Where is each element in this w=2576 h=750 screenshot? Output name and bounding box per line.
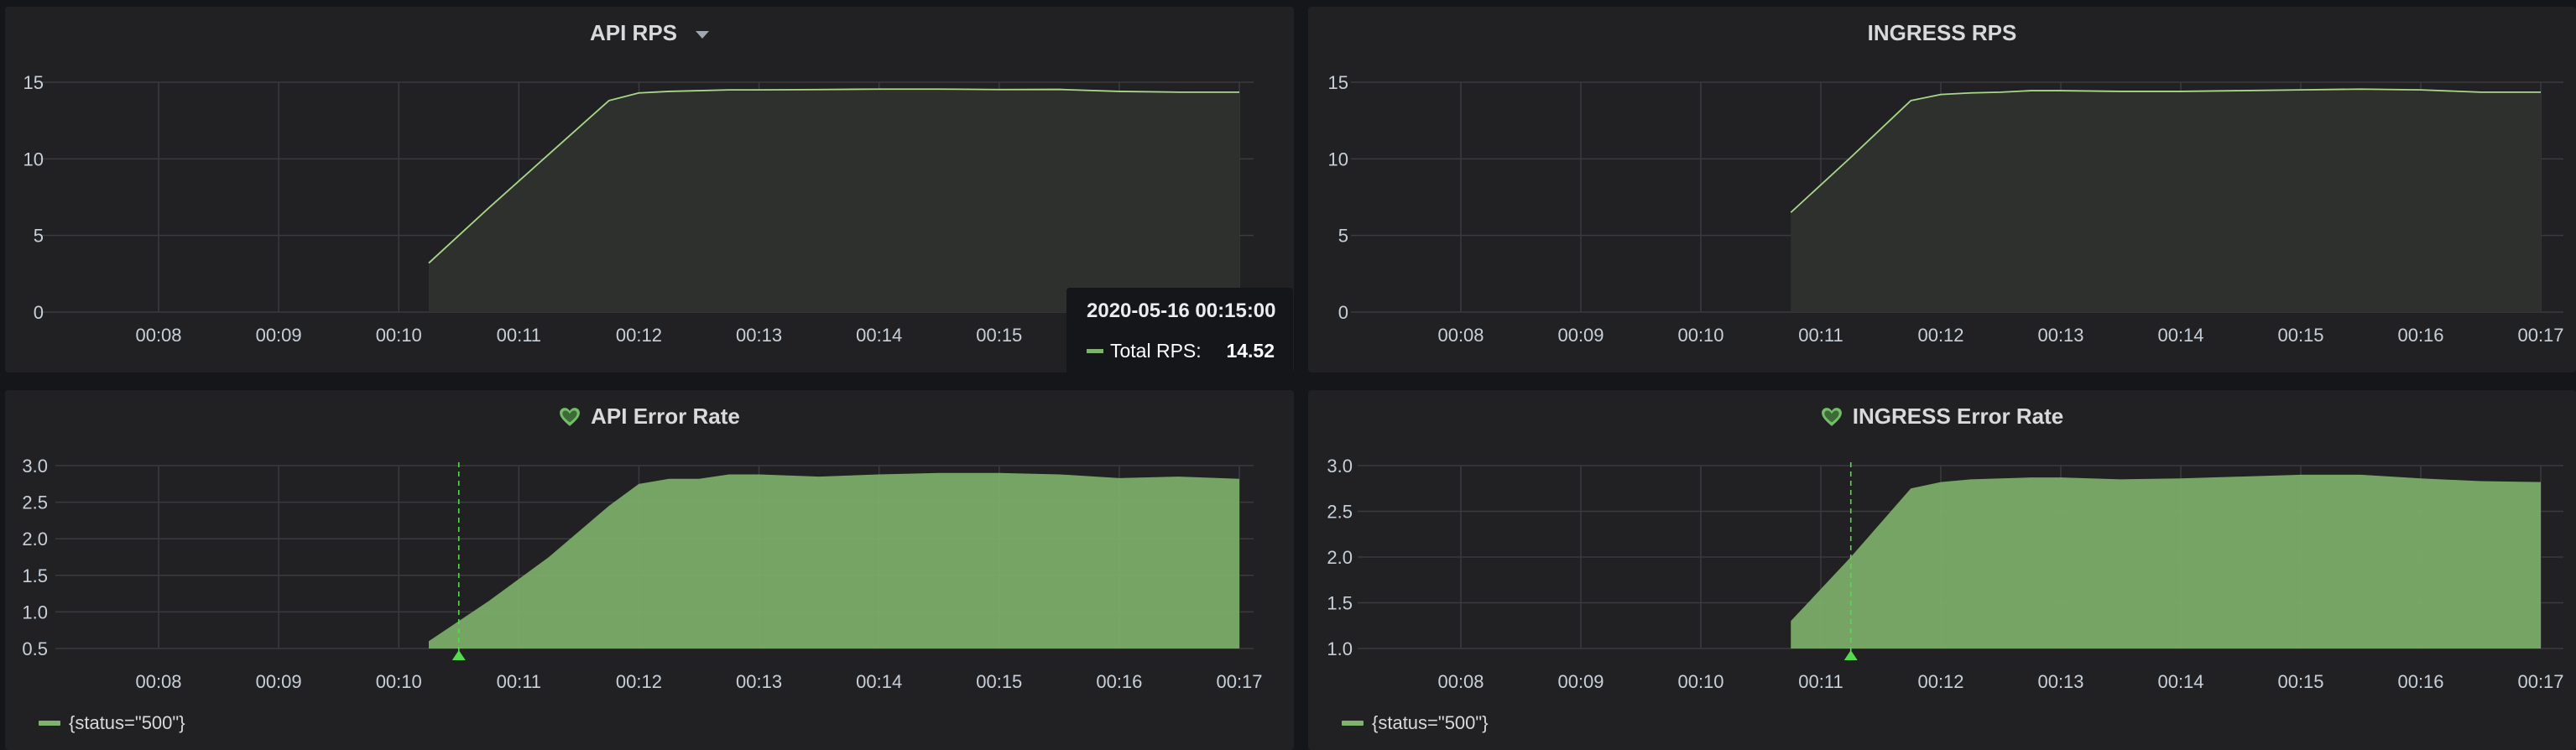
y-tick-label: 0 (34, 302, 44, 323)
y-tick-label: 1.0 (1327, 638, 1353, 659)
x-tick-label: 00:10 (376, 325, 422, 346)
x-tick-label: 00:11 (1798, 325, 1843, 346)
x-tick-label: 00:11 (1798, 671, 1843, 692)
y-tick-label: 1.0 (22, 602, 48, 622)
graph-tooltip: 2020-05-16 00:15:00 Total RPS: 14.52 (1066, 288, 1293, 377)
tooltip-series-value: 14.52 (1226, 340, 1275, 362)
x-tick-label: 00:17 (2517, 671, 2563, 692)
x-tick-label: 00:12 (1917, 325, 1963, 346)
x-tick-label: 00:14 (2157, 325, 2203, 346)
tooltip-series-name: Total RPS: (1110, 340, 1202, 362)
x-tick-label: 00:08 (1437, 325, 1484, 346)
x-tick-label: 00:12 (616, 671, 662, 692)
x-tick-label: 00:16 (1096, 671, 1142, 692)
tooltip-series-swatch (1087, 349, 1103, 353)
x-tick-label: 00:09 (256, 671, 302, 692)
y-tick-label: 3.0 (22, 456, 48, 477)
x-tick-label: 00:10 (1677, 671, 1723, 692)
series-area (1791, 89, 2541, 312)
x-tick-label: 00:14 (856, 671, 902, 692)
y-tick-label: 0.5 (22, 638, 48, 659)
x-tick-label: 00:09 (1557, 671, 1603, 692)
x-tick-label: 00:14 (856, 325, 902, 346)
x-tick-label: 00:16 (2397, 671, 2443, 692)
annotation-marker (451, 650, 466, 660)
x-tick-label: 00:15 (976, 325, 1022, 346)
y-tick-label: 2.5 (22, 492, 48, 513)
x-tick-label: 00:09 (256, 325, 302, 346)
x-tick-label: 00:11 (497, 325, 541, 346)
x-tick-label: 00:10 (376, 671, 422, 692)
y-tick-label: 5 (1338, 226, 1348, 247)
y-tick-label: 2.5 (1327, 502, 1353, 523)
x-tick-label: 00:13 (736, 671, 782, 692)
x-tick-label: 00:17 (2517, 325, 2563, 346)
x-tick-label: 00:15 (2277, 671, 2323, 692)
x-tick-label: 00:14 (2157, 671, 2203, 692)
y-tick-label: 2.0 (22, 529, 48, 549)
y-tick-label: 10 (1328, 148, 1348, 169)
x-tick-label: 00:13 (2037, 325, 2083, 346)
y-tick-label: 1.5 (1327, 593, 1353, 614)
y-tick-label: 2.0 (1327, 547, 1353, 568)
x-tick-label: 00:12 (1917, 671, 1963, 692)
series-area (429, 472, 1239, 648)
x-tick-label: 00:10 (1677, 325, 1723, 346)
y-tick-label: 3.0 (1327, 456, 1353, 477)
series-area (1791, 474, 2541, 648)
x-tick-label: 00:11 (497, 671, 541, 692)
series-area (429, 89, 1239, 312)
x-tick-label: 00:13 (736, 325, 782, 346)
x-tick-label: 00:08 (135, 325, 181, 346)
x-tick-label: 00:17 (1216, 671, 1262, 692)
x-tick-label: 00:12 (616, 325, 662, 346)
tooltip-row: Total RPS: 14.52 (1087, 340, 1293, 362)
x-tick-label: 00:08 (1437, 671, 1484, 692)
x-tick-label: 00:08 (135, 671, 181, 692)
tooltip-time: 2020-05-16 00:15:00 (1087, 299, 1276, 322)
y-tick-label: 15 (1328, 72, 1348, 93)
x-tick-label: 00:15 (976, 671, 1022, 692)
y-tick-label: 10 (23, 148, 44, 169)
x-tick-label: 00:13 (2037, 671, 2083, 692)
x-tick-label: 00:09 (1557, 325, 1603, 346)
x-tick-label: 00:15 (2277, 325, 2323, 346)
annotation-marker (1843, 650, 1858, 660)
x-tick-label: 00:16 (2397, 325, 2443, 346)
y-tick-label: 5 (34, 226, 44, 247)
y-tick-label: 1.5 (22, 565, 48, 586)
y-tick-label: 0 (1338, 302, 1348, 323)
y-tick-label: 15 (23, 72, 44, 93)
